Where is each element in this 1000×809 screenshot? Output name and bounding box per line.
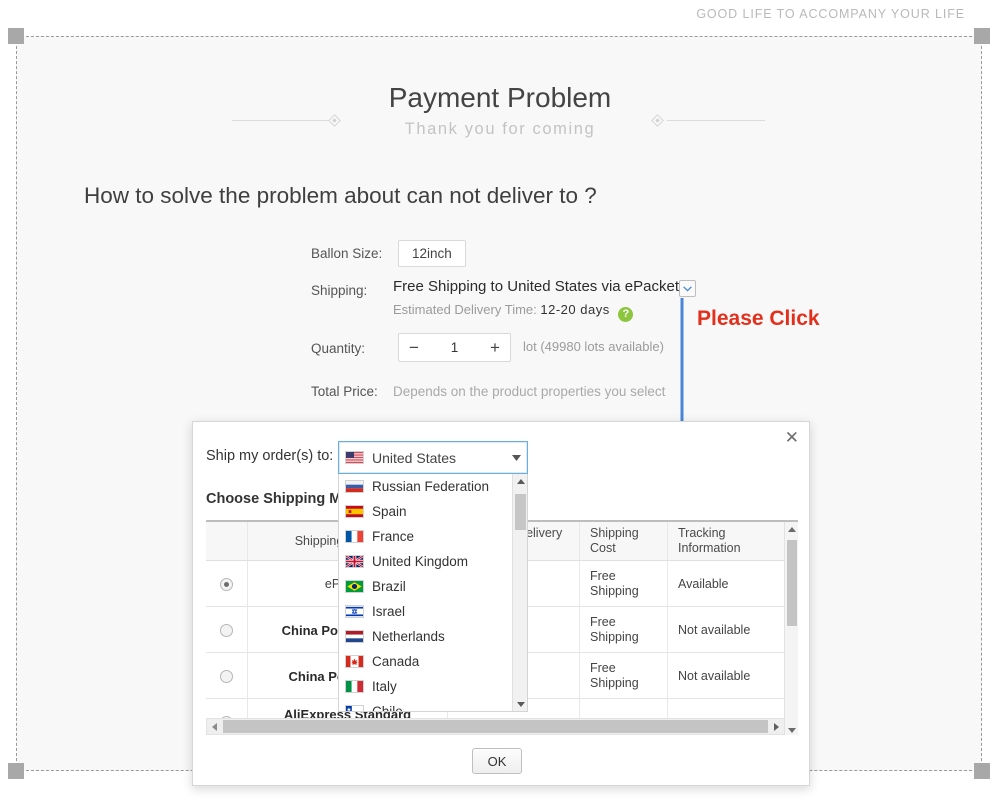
quantity-stepper: − 1 + — [398, 333, 511, 362]
scroll-right-icon[interactable] — [769, 718, 784, 736]
top-banner: GOOD LIFE TO ACCOMPANY YOUR LIFE — [0, 0, 1000, 30]
close-icon[interactable]: ✕ — [785, 428, 799, 448]
flag-ca-icon — [345, 655, 364, 668]
country-option-label: Brazil — [372, 579, 406, 594]
table-vertical-scrollbar[interactable] — [784, 522, 798, 735]
question-heading: How to solve the problem about can not d… — [84, 183, 597, 208]
scroll-down-icon[interactable] — [785, 723, 798, 735]
row-tracking: Not available — [678, 669, 751, 683]
row-tracking: Available — [678, 577, 729, 591]
scroll-up-icon[interactable] — [785, 522, 798, 536]
table-horizontal-scrollbar[interactable] — [206, 718, 785, 735]
country-option[interactable]: Russian Federation — [339, 474, 527, 499]
country-option-label: Spain — [372, 504, 407, 519]
country-option[interactable]: Spain — [339, 499, 527, 524]
quantity-increase-button[interactable]: + — [480, 338, 510, 358]
product-properties: Ballon Size: 12inch Shipping: Free Shipp… — [311, 240, 711, 411]
estimated-delivery-time: Estimated Delivery Time: 12-20 days ? — [393, 302, 634, 322]
country-option[interactable]: Canada — [339, 649, 527, 674]
page-root: GOOD LIFE TO ACCOMPANY YOUR LIFE Payment… — [0, 0, 1000, 809]
country-option-label: Russian Federation — [372, 479, 490, 494]
annotation-please-click: Please Click — [697, 307, 820, 330]
quantity-label: Quantity: — [311, 341, 366, 356]
quantity-input[interactable]: 1 — [429, 340, 480, 355]
country-option-label: United Kingdom — [372, 554, 469, 569]
resize-handle-bottom-left[interactable] — [8, 763, 24, 779]
decoration-left — [232, 114, 344, 127]
row-cost: Free Shipping — [580, 653, 668, 699]
ballon-size-row: Ballon Size: 12inch — [311, 240, 711, 278]
country-option-label: France — [372, 529, 415, 544]
flag-ru-icon — [345, 480, 364, 493]
ship-to-label: Ship my order(s) to: — [206, 448, 334, 464]
eta-value: 12-20 days — [540, 302, 610, 317]
total-price-label: Total Price: — [311, 384, 378, 399]
page-subtitle: Thank you for coming — [404, 120, 596, 138]
country-option[interactable]: Netherlands — [339, 624, 527, 649]
country-option[interactable]: Chile — [339, 699, 527, 712]
resize-handle-bottom-right[interactable] — [974, 763, 990, 779]
flag-br-icon — [345, 580, 364, 593]
country-option[interactable]: United Kingdom — [339, 549, 527, 574]
country-option-label: Italy — [372, 679, 397, 694]
country-option[interactable]: Brazil — [339, 574, 527, 599]
table-header-select — [206, 522, 248, 560]
shipping-label: Shipping: — [311, 283, 368, 298]
resize-handle-top-left[interactable] — [8, 28, 24, 44]
country-option-label: Chile — [372, 704, 403, 712]
flag-nl-icon — [345, 630, 364, 643]
row-cost: Free Shipping — [580, 607, 668, 653]
country-option[interactable]: France — [339, 524, 527, 549]
shipping-method-value: Free Shipping to United States via ePack… — [393, 278, 679, 295]
banner-slogan: GOOD LIFE TO ACCOMPANY YOUR LIFE — [696, 7, 965, 21]
scroll-left-icon[interactable] — [207, 718, 222, 736]
quantity-availability-note: lot (49980 lots available) — [523, 339, 664, 354]
ok-button[interactable]: OK — [472, 748, 522, 774]
table-scroll-thumb[interactable] — [787, 540, 797, 626]
flag-it-icon — [345, 680, 364, 693]
country-option-list[interactable]: Russian Federation Spain France United K… — [338, 474, 528, 712]
shipping-chevron-down-icon[interactable] — [679, 280, 696, 297]
country-option[interactable]: Italy — [339, 674, 527, 699]
dropdown-scroll-thumb[interactable] — [515, 494, 526, 530]
row-radio[interactable] — [206, 607, 248, 653]
row-tracking: Not available — [678, 623, 751, 637]
eta-prefix: Estimated Delivery Time: — [393, 302, 537, 317]
flag-cl-icon — [345, 705, 364, 711]
chevron-down-icon[interactable] — [512, 453, 521, 463]
quantity-decrease-button[interactable]: − — [399, 338, 429, 358]
country-option-label: Canada — [372, 654, 420, 669]
table-header-tracking: Tracking Information — [678, 526, 741, 555]
total-price-row: Total Price: Depends on the product prop… — [311, 381, 711, 411]
country-dropdown: United States Russian Federation Spain F… — [338, 441, 528, 712]
country-option-label: Netherlands — [372, 629, 445, 644]
row-cost: Free Shipping — [580, 561, 668, 607]
page-title: Payment Problem — [388, 82, 612, 113]
country-option[interactable]: Israel — [339, 599, 527, 624]
row-radio[interactable] — [206, 653, 248, 699]
quantity-row: Quantity: − 1 + lot (49980 lots availabl… — [311, 333, 711, 381]
row-radio[interactable] — [206, 561, 248, 607]
ballon-size-option[interactable]: 12inch — [398, 240, 466, 267]
help-question-icon[interactable]: ? — [618, 307, 634, 322]
table-hscroll-thumb[interactable] — [223, 720, 768, 733]
resize-handle-top-right[interactable] — [974, 28, 990, 44]
flag-es-icon — [345, 505, 364, 518]
dropdown-scroll-down-icon[interactable] — [513, 697, 527, 711]
country-select-box[interactable]: United States — [338, 441, 528, 474]
table-header-cost: Shipping Cost — [580, 522, 668, 560]
decoration-right — [651, 114, 765, 127]
dropdown-scrollbar[interactable] — [512, 474, 527, 711]
total-price-value: Depends on the product properties you se… — [393, 384, 666, 399]
country-option-label: Israel — [372, 604, 406, 619]
shipping-row: Shipping: Free Shipping to United States… — [311, 278, 711, 333]
dropdown-scroll-up-icon[interactable] — [513, 474, 527, 489]
flag-us-icon — [345, 451, 364, 464]
country-selected-label: United States — [372, 449, 457, 466]
flag-fr-icon — [345, 530, 364, 543]
flag-il-icon — [345, 605, 364, 618]
flag-gb-icon — [345, 555, 364, 568]
ballon-size-label: Ballon Size: — [311, 246, 383, 261]
